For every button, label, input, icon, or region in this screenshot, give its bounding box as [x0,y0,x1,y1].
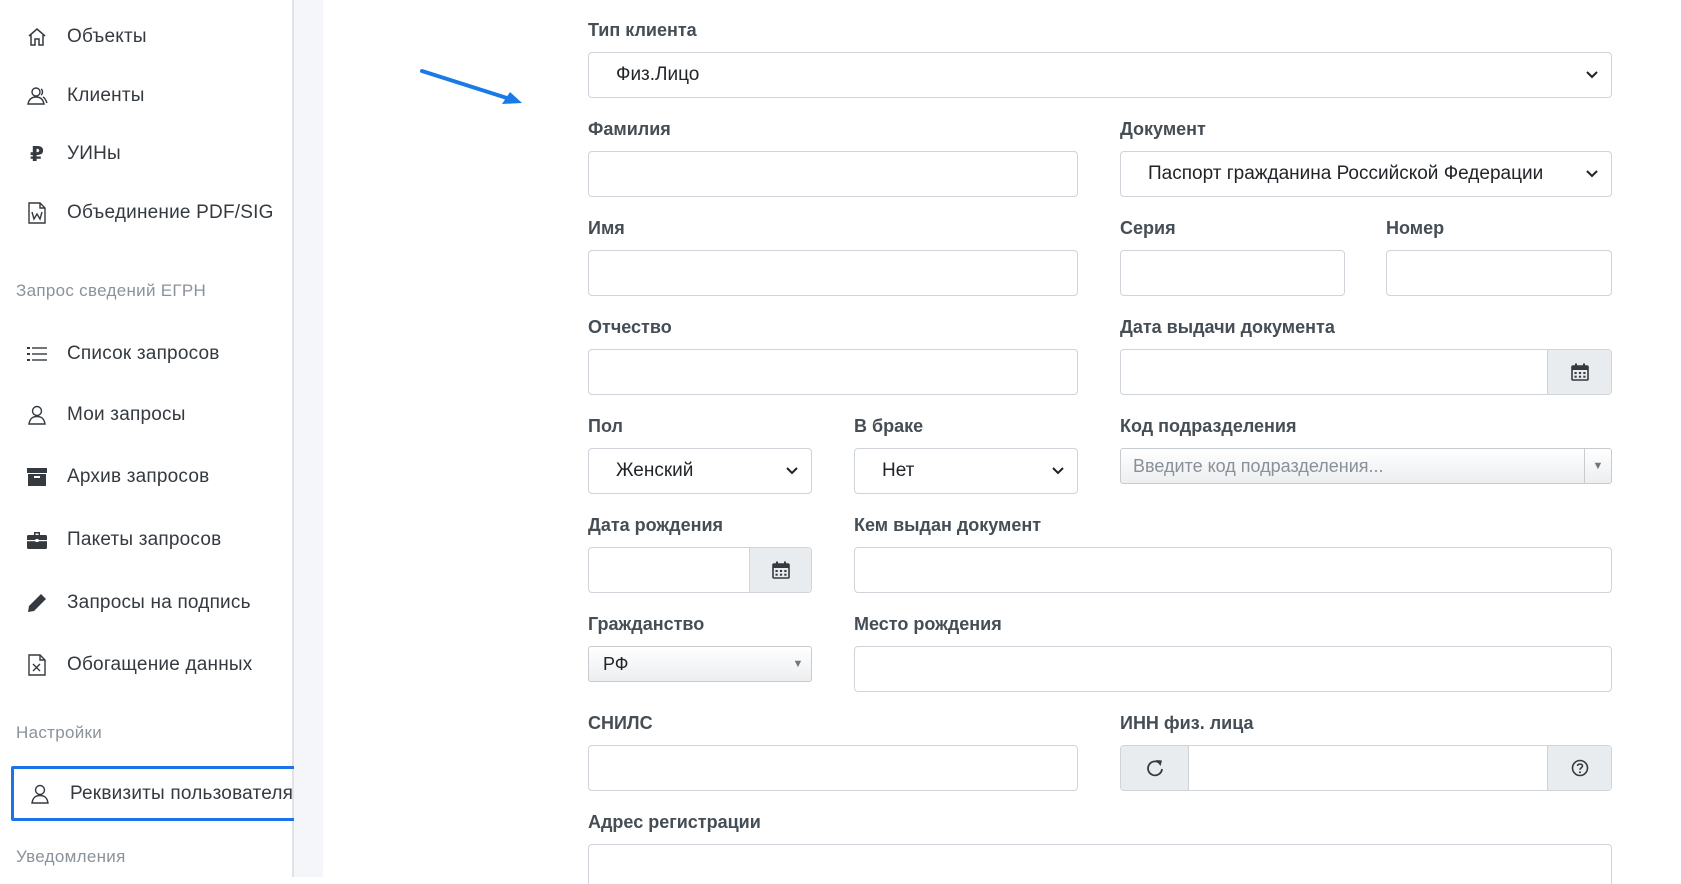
chevron-down-icon [1052,467,1064,475]
birth-place-label: Место рождения [854,614,1002,634]
sidebar-item-label: Реквизиты пользователя [70,782,294,804]
sidebar-item-my-requests[interactable]: Мои запросы [0,395,292,435]
sidebar-item-label: Запросы на подпись [67,592,251,613]
home-icon [26,26,48,48]
sidebar-item-packages[interactable]: Пакеты запросов [0,520,292,560]
chevron-down-icon [1586,71,1598,79]
last-name-label: Фамилия [588,119,671,139]
user-icon [26,404,48,426]
reg-address-input[interactable] [588,844,1612,884]
sidebar-item-label: Архив запросов [67,466,210,487]
married-select[interactable]: Нет [854,448,1078,494]
sidebar-item-label: Список запросов [67,343,220,364]
list-icon [26,343,48,365]
sidebar-item-label: Обогащение данных [67,654,253,675]
sidebar-item-archive[interactable]: Архив запросов [0,457,292,497]
last-name-input[interactable] [588,151,1078,197]
married-value: Нет [882,460,915,481]
triangle-down-icon: ▼ [1584,449,1611,483]
citizenship-value: РФ [603,653,629,674]
sidebar-item-enrichment[interactable]: Обогащение данных [0,645,292,685]
married-label: В браке [854,416,924,436]
series-input[interactable] [1120,250,1345,296]
sidebar-item-label: Объединение PDF/SIG [67,202,274,223]
users-icon [26,85,48,107]
sidebar-section-egrn: Запрос сведений ЕГРН [16,281,207,300]
chevron-down-icon [786,467,798,475]
birth-date-label: Дата рождения [588,515,724,535]
triangle-down-icon: ▼ [792,658,804,670]
ruble-icon: ₽ [30,143,44,166]
sidebar: Объекты Клиенты ₽ УИНы Объединение PDF/S… [0,0,301,877]
first-name-label: Имя [588,218,625,238]
dept-code-select[interactable]: Введите код подразделения... ▼ [1120,448,1612,484]
sidebar-section-notifications: Уведомления [16,847,126,866]
gender-label: Пол [588,416,623,436]
inn-help-button[interactable] [1547,746,1611,790]
birth-date-input[interactable] [588,547,812,593]
file-excel-icon [26,654,48,676]
document-label: Документ [1120,119,1206,139]
issue-date-calendar-button[interactable] [1547,350,1611,394]
inn-label: ИНН физ. лица [1120,713,1254,733]
archive-icon [26,466,48,488]
client-type-label: Тип клиента [588,20,697,40]
patronymic-label: Отчество [588,317,672,337]
series-label: Серия [1120,218,1176,238]
refresh-icon [1146,760,1163,777]
sidebar-item-label: Мои запросы [67,404,186,425]
sidebar-item-signing[interactable]: Запросы на подпись [0,583,292,623]
client-type-value: Физ.Лицо [616,64,700,85]
sidebar-item-request-list[interactable]: Список запросов [0,334,292,374]
birth-place-input[interactable] [854,646,1612,692]
inn-input[interactable] [1120,745,1612,791]
sidebar-item-uins[interactable]: ₽ УИНы [0,134,292,174]
sidebar-item-objects[interactable]: Объекты [0,17,292,57]
chevron-down-icon [1586,170,1598,178]
sidebar-item-label: Клиенты [67,85,145,106]
dept-code-placeholder: Введите код подразделения... [1133,455,1384,476]
snils-input[interactable] [588,745,1078,791]
birth-date-calendar-button[interactable] [749,548,811,592]
user-icon [29,783,51,805]
document-select[interactable]: Паспорт гражданина Российской Федерации [1120,151,1612,197]
gender-value: Женский [616,460,694,481]
snils-label: СНИЛС [588,713,653,733]
number-input[interactable] [1386,250,1612,296]
calendar-icon [771,561,790,579]
number-label: Номер [1386,218,1445,238]
file-word-icon [26,202,48,224]
patronymic-input[interactable] [588,349,1078,395]
client-type-select[interactable]: Физ.Лицо [588,52,1612,98]
sidebar-section-settings: Настройки [16,723,103,742]
pencil-icon [26,592,48,614]
issued-by-input[interactable] [854,547,1612,593]
sidebar-item-user-details[interactable]: Реквизиты пользователя [11,766,301,821]
briefcase-icon [26,529,48,551]
citizenship-select[interactable]: РФ ▼ [588,646,812,682]
citizenship-label: Гражданство [588,614,705,634]
issued-by-label: Кем выдан документ [854,515,1042,535]
sidebar-item-label: УИНы [67,143,121,164]
document-value: Паспорт гражданина Российской Федерации [1148,163,1544,184]
sidebar-item-label: Пакеты запросов [67,529,222,550]
issue-date-input[interactable] [1120,349,1612,395]
sidebar-gutter [294,0,323,877]
dept-code-label: Код подразделения [1120,416,1297,436]
annotation-arrow-icon [420,69,522,104]
inn-refresh-button[interactable] [1121,746,1189,790]
calendar-icon [1570,363,1589,381]
sidebar-item-clients[interactable]: Клиенты [0,76,292,116]
sidebar-item-merge-pdf[interactable]: Объединение PDF/SIG [0,193,292,233]
question-circle-icon [1571,759,1588,777]
gender-select[interactable]: Женский [588,448,812,494]
sidebar-item-label: Объекты [67,26,147,47]
first-name-input[interactable] [588,250,1078,296]
issue-date-label: Дата выдачи документа [1120,317,1335,337]
reg-address-label: Адрес регистрации [588,812,761,832]
